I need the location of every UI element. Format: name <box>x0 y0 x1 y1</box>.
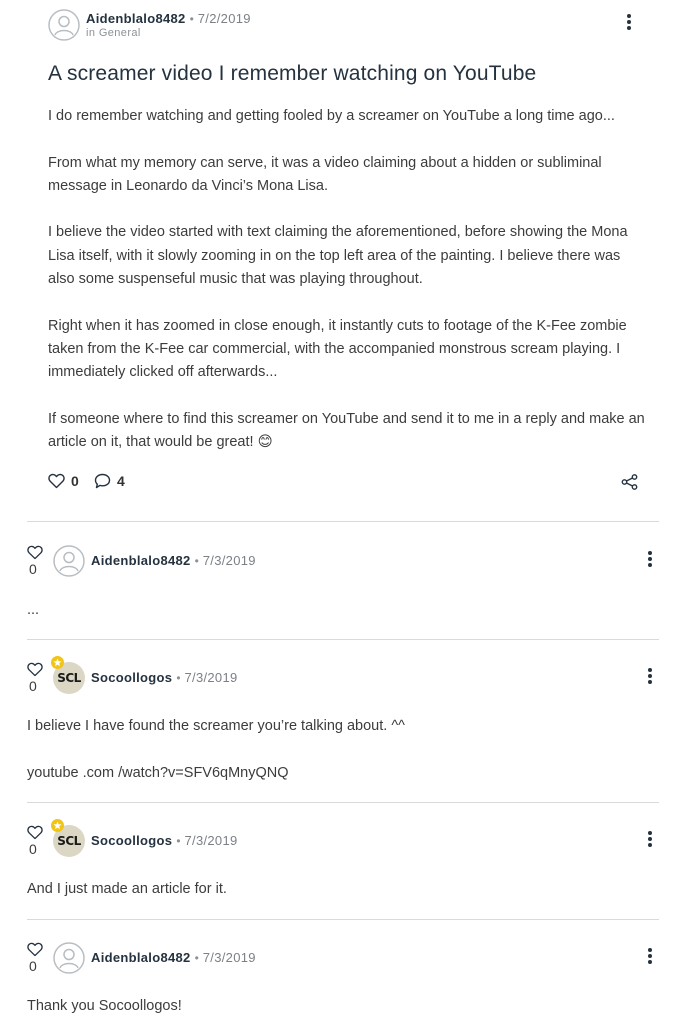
more-options-icon[interactable] <box>645 549 655 569</box>
share-icon[interactable] <box>621 474 638 490</box>
comment-author[interactable]: Socoollogos <box>91 670 172 685</box>
comment-meta: Socoollogos • 7/3/2019 <box>91 670 238 686</box>
heart-icon <box>27 662 43 677</box>
comment-author[interactable]: Aidenblalo8482 <box>91 553 191 568</box>
heart-icon <box>27 825 43 840</box>
heart-icon <box>27 942 43 957</box>
comment-date: 7/3/2019 <box>184 670 238 685</box>
comment-text: youtube .com /watch?v=SFV6qMnyQNQ <box>27 764 289 781</box>
post-date: 7/2/2019 <box>197 11 251 26</box>
comment-body: Thank you Socoollogos! <box>27 995 182 1020</box>
comment-like-count: 0 <box>29 958 37 974</box>
avatar[interactable]: SCL <box>51 656 85 694</box>
comment-like-count: 0 <box>29 841 37 857</box>
post-paragraph: I do remember watching and getting foole… <box>48 108 615 124</box>
post-meta: Aidenblalo8482 • 7/2/2019 in General <box>86 11 251 39</box>
post-category[interactable]: in General <box>86 27 251 39</box>
comment-date: 7/3/2019 <box>202 950 256 965</box>
more-options-icon[interactable] <box>645 666 655 686</box>
post-paragraph: I believe the video started with text cl… <box>48 224 628 288</box>
meta-separator: • <box>194 554 199 568</box>
divider <box>27 919 659 920</box>
comment-body: I believe I have found the screamer you’… <box>27 715 405 808</box>
comment-like-count: 0 <box>29 678 37 694</box>
post-paragraph: If someone where to find this screamer o… <box>48 410 645 451</box>
more-options-icon[interactable] <box>645 946 655 966</box>
comment-text: I believe I have found the screamer you’… <box>27 718 405 734</box>
comment-date: 7/3/2019 <box>184 833 238 848</box>
meta-separator: • <box>189 12 194 26</box>
comment-meta: Socoollogos • 7/3/2019 <box>91 833 238 849</box>
avatar[interactable]: SCL <box>51 819 85 857</box>
comment-author[interactable]: Aidenblalo8482 <box>91 950 191 965</box>
comment-text: And I just made an article for it. <box>27 881 227 897</box>
post-paragraph: Right when it has zoomed in close enough… <box>48 317 627 381</box>
post-author[interactable]: Aidenblalo8482 <box>86 11 186 26</box>
default-avatar-icon[interactable] <box>48 9 80 41</box>
comment-like-count: 0 <box>29 561 37 577</box>
comment-count: 4 <box>117 473 125 489</box>
comment-meta: Aidenblalo8482 • 7/3/2019 <box>91 553 256 569</box>
like-count: 0 <box>71 473 79 489</box>
divider <box>27 802 659 803</box>
avatar[interactable] <box>53 942 85 974</box>
like-button[interactable]: 0 <box>48 473 79 489</box>
heart-icon <box>48 473 65 489</box>
post-body: I do remember watching and getting foole… <box>48 105 648 478</box>
more-options-icon[interactable] <box>645 829 655 849</box>
avatar[interactable] <box>53 545 85 577</box>
heart-icon <box>27 545 43 560</box>
meta-separator: • <box>176 671 181 685</box>
divider <box>27 521 659 522</box>
comment-date: 7/3/2019 <box>202 553 256 568</box>
meta-separator: • <box>176 834 181 848</box>
star-badge-icon <box>51 819 64 832</box>
divider <box>27 639 659 640</box>
post-title: A screamer video I remember watching on … <box>48 62 537 85</box>
comment-text: ... <box>27 602 40 618</box>
default-avatar-icon <box>53 545 85 577</box>
comments-button[interactable]: 4 <box>94 473 125 489</box>
comment-author[interactable]: Socoollogos <box>91 833 172 848</box>
more-options-icon[interactable] <box>624 12 634 32</box>
comment-icon <box>94 473 111 489</box>
meta-separator: • <box>194 951 199 965</box>
comment-text: Thank you Socoollogos! <box>27 998 182 1014</box>
post-actions: 0 4 <box>48 473 642 493</box>
comment-meta: Aidenblalo8482 • 7/3/2019 <box>91 950 256 966</box>
comment-body: And I just made an article for it. <box>27 878 227 925</box>
default-avatar-icon <box>53 942 85 974</box>
star-badge-icon <box>51 656 64 669</box>
post-paragraph: From what my memory can serve, it was a … <box>48 154 602 194</box>
